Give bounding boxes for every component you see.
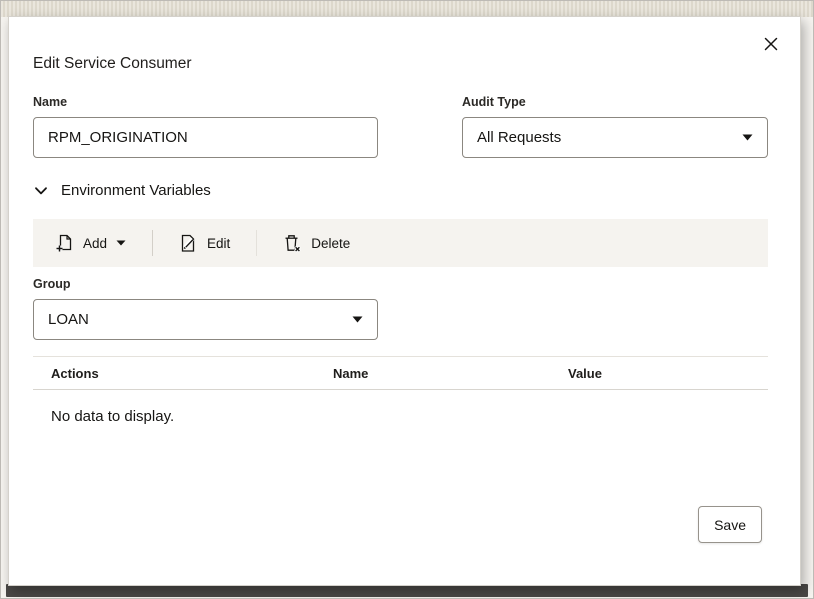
edit-button[interactable]: Edit — [165, 225, 244, 261]
env-vars-table-header: Actions Name Value — [33, 356, 768, 390]
group-label: Group — [33, 277, 378, 291]
fields-row: Name Audit Type All Requests — [33, 95, 768, 158]
close-button[interactable] — [756, 29, 786, 59]
caret-down-icon — [116, 240, 126, 246]
trash-icon — [283, 234, 302, 253]
group-field-group: Group LOAN — [33, 277, 378, 340]
edit-service-consumer-dialog: Edit Service Consumer Name Audit Type Al… — [8, 16, 801, 586]
column-header-value: Value — [550, 366, 768, 381]
close-icon — [763, 36, 779, 52]
group-select[interactable]: LOAN — [33, 299, 378, 340]
empty-table-message: No data to display. — [33, 390, 768, 425]
delete-button-label: Delete — [311, 236, 350, 251]
add-button-label: Add — [83, 236, 107, 251]
edit-document-icon — [179, 234, 198, 253]
dialog-title: Edit Service Consumer — [33, 55, 768, 73]
name-input[interactable] — [33, 117, 378, 158]
audit-type-label: Audit Type — [462, 95, 768, 109]
audit-type-value: All Requests — [477, 129, 561, 146]
group-value: LOAN — [48, 311, 89, 328]
env-vars-toolbar: Add Edit — [33, 219, 768, 267]
audit-type-field-group: Audit Type All Requests — [462, 95, 768, 158]
chevron-down-icon — [33, 183, 49, 199]
name-field-group: Name — [33, 95, 378, 158]
toolbar-divider — [256, 230, 257, 256]
column-header-name: Name — [315, 366, 550, 381]
page-background-texture — [1, 1, 813, 17]
column-header-actions: Actions — [33, 366, 315, 381]
save-button[interactable]: Save — [698, 506, 762, 543]
audit-type-select[interactable]: All Requests — [462, 117, 768, 158]
name-label: Name — [33, 95, 378, 109]
environment-variables-label: Environment Variables — [61, 182, 211, 199]
toolbar-divider — [152, 230, 153, 256]
dropdown-arrow-icon — [352, 316, 363, 323]
delete-button[interactable]: Delete — [269, 225, 364, 261]
dropdown-arrow-icon — [742, 134, 753, 141]
screen: Edit Service Consumer Name Audit Type Al… — [0, 0, 814, 599]
environment-variables-toggle[interactable]: Environment Variables — [33, 182, 768, 199]
add-document-icon — [55, 234, 74, 253]
edit-button-label: Edit — [207, 236, 230, 251]
add-button[interactable]: Add — [41, 225, 140, 261]
